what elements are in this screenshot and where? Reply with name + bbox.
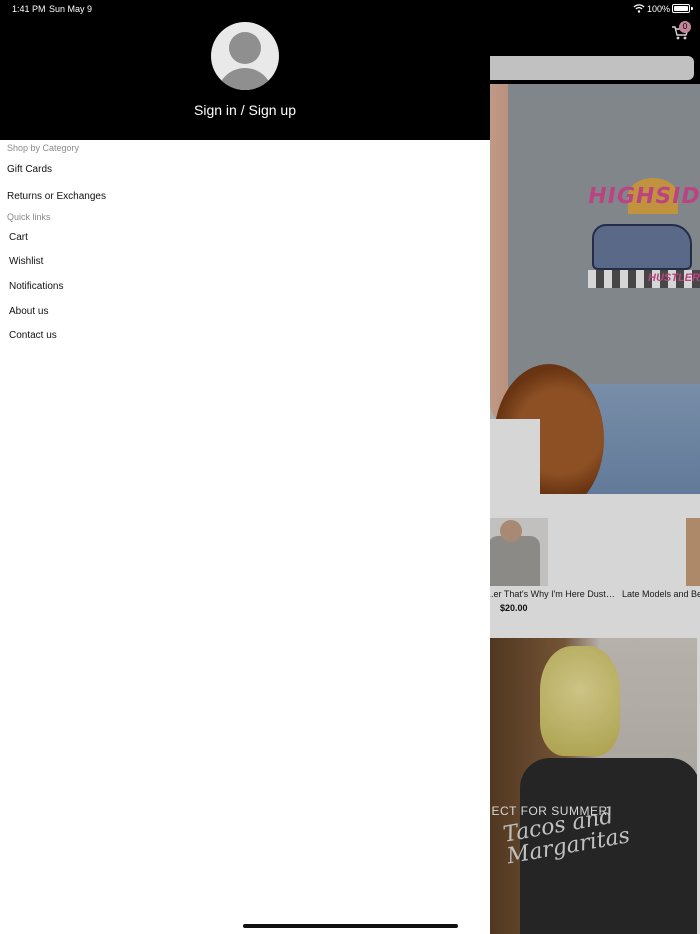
avatar-head bbox=[229, 32, 261, 64]
home-indicator[interactable] bbox=[243, 924, 458, 928]
avatar-body bbox=[217, 68, 273, 90]
side-drawer: Sign in / Sign up Shop by Category Gift … bbox=[0, 0, 490, 934]
quick-link-wishlist[interactable]: Wishlist bbox=[9, 256, 43, 267]
quick-link-about-us[interactable]: About us bbox=[9, 306, 48, 317]
category-gift-cards[interactable]: Gift Cards bbox=[7, 164, 52, 175]
battery-tip bbox=[691, 7, 693, 10]
battery-percent: 100% bbox=[647, 4, 671, 14]
drawer-header: Sign in / Sign up bbox=[0, 0, 490, 140]
status-date: Sun May 9 bbox=[49, 4, 93, 14]
status-bar: 1:41 PM Sun May 9 100% bbox=[0, 0, 700, 18]
section-label-quick-links: Quick links bbox=[7, 212, 51, 222]
status-time: 1:41 PM bbox=[12, 4, 46, 14]
wifi-icon bbox=[633, 4, 645, 13]
category-returns-exchanges[interactable]: Returns or Exchanges bbox=[7, 191, 106, 202]
section-label-shop: Shop by Category bbox=[7, 143, 80, 153]
signin-link[interactable]: Sign in / Sign up bbox=[0, 102, 490, 118]
avatar-placeholder-icon[interactable] bbox=[211, 22, 279, 90]
quick-link-cart[interactable]: Cart bbox=[9, 232, 28, 243]
quick-link-notifications[interactable]: Notifications bbox=[9, 281, 63, 292]
battery-icon bbox=[672, 4, 690, 13]
quick-link-contact-us[interactable]: Contact us bbox=[9, 330, 57, 341]
